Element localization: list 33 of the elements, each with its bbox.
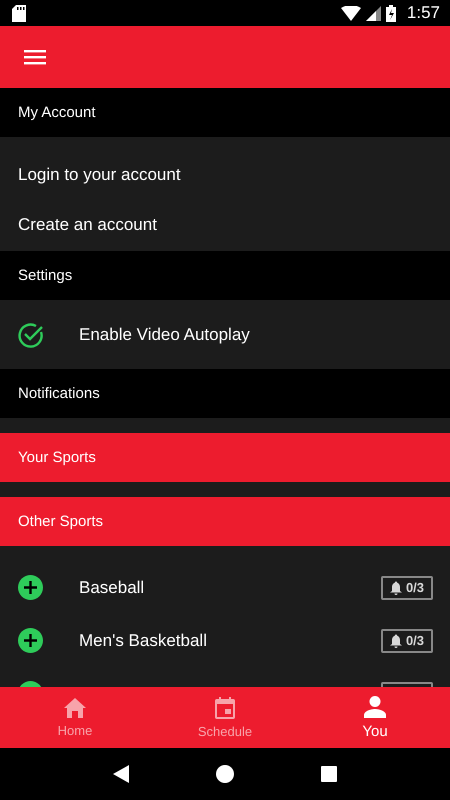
add-icon[interactable]: [18, 628, 43, 653]
wifi-icon: [340, 6, 361, 20]
section-header[interactable]: Your Sports: [0, 433, 450, 482]
calendar-icon: [215, 696, 235, 718]
add-icon[interactable]: [18, 575, 43, 600]
sport-name: Baseball: [79, 578, 146, 598]
sd-card-icon: [12, 4, 26, 22]
notification-badge[interactable]: 0/3: [381, 576, 433, 600]
menu-icon: [24, 49, 46, 65]
clock-time: 1:57: [406, 3, 440, 23]
bell-icon: [390, 580, 402, 594]
back-icon[interactable]: [113, 765, 130, 783]
section-header[interactable]: Other Sports: [0, 497, 450, 546]
home-icon[interactable]: [216, 765, 234, 783]
overview-icon[interactable]: [320, 766, 337, 782]
setting-row[interactable]: Enable Video Autoplay: [0, 300, 450, 369]
home-icon: [64, 698, 86, 718]
sport-name: Men's Basketball: [79, 630, 208, 650]
section-header: My Account: [0, 88, 450, 137]
notification-badge[interactable]: 0/3: [381, 628, 433, 652]
nav-tab[interactable]: You: [300, 687, 450, 748]
alert-count: 0/3: [406, 580, 424, 595]
section-header: Notifications: [0, 369, 450, 418]
person-icon: [364, 696, 386, 718]
menu-item[interactable]: Login to your account: [0, 150, 450, 200]
battery-icon: [386, 4, 396, 22]
signal-icon: [366, 6, 381, 20]
alert-count: 0/3: [406, 633, 424, 648]
setting-label: Enable Video Autoplay: [79, 324, 250, 344]
menu-item[interactable]: Create an account: [0, 200, 450, 250]
check-circle-icon[interactable]: [18, 322, 44, 348]
bell-icon: [390, 634, 402, 648]
section-header: Settings: [0, 251, 450, 300]
